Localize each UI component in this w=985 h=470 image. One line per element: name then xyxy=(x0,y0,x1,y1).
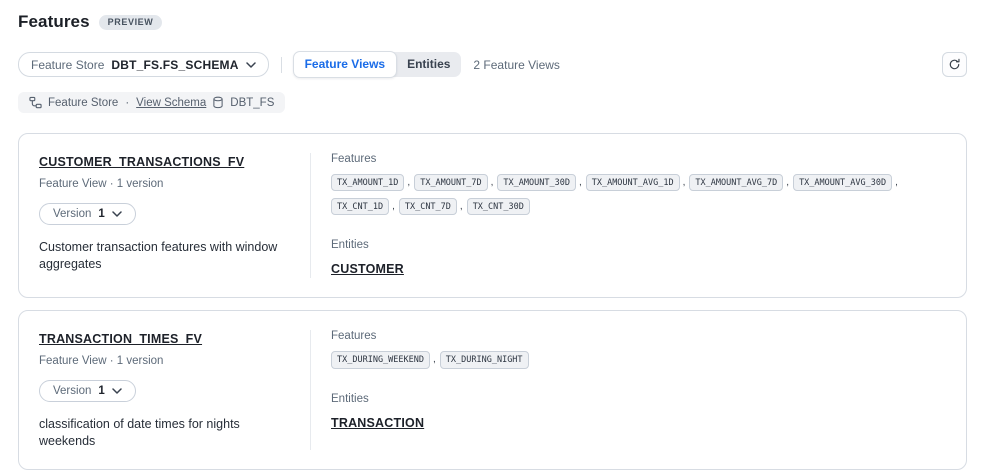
feature-view-card: TRANSACTION_TIMES_FV Feature View · 1 ve… xyxy=(18,310,967,470)
entities-label: Entities xyxy=(331,239,946,251)
version-value: 1 xyxy=(98,208,104,220)
feature-view-list: CUSTOMER_TRANSACTIONS_FV Feature View · … xyxy=(18,133,967,470)
feature-view-card: CUSTOMER_TRANSACTIONS_FV Feature View · … xyxy=(18,133,967,298)
feature-view-meta: Feature View · 1 version xyxy=(39,355,292,367)
chevron-down-icon xyxy=(112,211,122,217)
version-label: Version xyxy=(53,385,91,397)
view-tabs: Feature Views Entities xyxy=(294,52,462,76)
chip-separator: , xyxy=(457,201,467,212)
feature-store-dropdown[interactable]: Feature Store DBT_FS.FS_SCHEMA xyxy=(18,52,269,77)
page-header: Features PREVIEW xyxy=(18,12,967,32)
chip-separator: , xyxy=(680,177,690,188)
chip-separator: , xyxy=(576,177,586,188)
feature-view-link[interactable]: TRANSACTION_TIMES_FV xyxy=(39,332,202,346)
version-value: 1 xyxy=(98,385,104,397)
hierarchy-icon xyxy=(29,96,42,109)
version-dropdown[interactable]: Version 1 xyxy=(39,380,136,402)
entity-link-list: CUSTOMER xyxy=(331,260,946,278)
card-summary: CUSTOMER_TRANSACTIONS_FV Feature View · … xyxy=(39,153,311,278)
feature-chip: TX_AMOUNT_7D xyxy=(414,174,487,191)
toolbar: Feature Store DBT_FS.FS_SCHEMA Feature V… xyxy=(18,52,967,77)
chevron-down-icon xyxy=(112,388,122,394)
feature-view-link[interactable]: CUSTOMER_TRANSACTIONS_FV xyxy=(39,155,244,169)
breadcrumb-database: DBT_FS xyxy=(230,97,274,109)
page-title: Features xyxy=(18,12,90,32)
view-schema-link[interactable]: View Schema xyxy=(136,97,206,109)
feature-chip: TX_AMOUNT_AVG_30D xyxy=(793,174,892,191)
chip-separator: , xyxy=(404,177,414,188)
card-summary: TRANSACTION_TIMES_FV Feature View · 1 ve… xyxy=(39,330,311,450)
chip-separator: , xyxy=(430,354,440,365)
version-label: Version xyxy=(53,208,91,220)
chip-separator: , xyxy=(783,177,793,188)
feature-chip: TX_AMOUNT_AVG_1D xyxy=(586,174,680,191)
database-icon xyxy=(212,96,224,109)
feature-chip-list: TX_AMOUNT_1D,TX_AMOUNT_7D,TX_AMOUNT_30D,… xyxy=(331,174,946,215)
chip-separator: , xyxy=(892,177,902,188)
feature-view-description: Customer transaction features with windo… xyxy=(39,239,289,273)
entities-label: Entities xyxy=(331,393,946,405)
breadcrumb: Feature Store · View Schema DBT_FS xyxy=(18,92,285,113)
chip-separator: , xyxy=(488,177,498,188)
chevron-down-icon xyxy=(246,62,256,68)
features-label: Features xyxy=(331,153,946,165)
entity-link-list: TRANSACTION xyxy=(331,414,946,432)
toolbar-divider xyxy=(281,57,282,73)
version-dropdown[interactable]: Version 1 xyxy=(39,203,136,225)
tab-feature-views[interactable]: Feature Views xyxy=(293,51,397,77)
feature-view-description: classification of date times for nights … xyxy=(39,416,289,450)
feature-chip: TX_DURING_WEEKEND xyxy=(331,351,430,368)
feature-chip: TX_CNT_7D xyxy=(399,198,457,215)
breadcrumb-separator: · xyxy=(124,97,130,109)
feature-chip: TX_AMOUNT_AVG_7D xyxy=(689,174,783,191)
card-details: Features TX_AMOUNT_1D,TX_AMOUNT_7D,TX_AM… xyxy=(311,153,946,278)
feature-chip: TX_AMOUNT_1D xyxy=(331,174,404,191)
features-label: Features xyxy=(331,330,946,342)
feature-views-count: 2 Feature Views xyxy=(473,58,560,72)
preview-badge: PREVIEW xyxy=(99,15,163,30)
feature-chip: TX_DURING_NIGHT xyxy=(440,351,529,368)
breadcrumb-feature-store: Feature Store xyxy=(48,97,118,109)
tab-entities[interactable]: Entities xyxy=(396,52,461,76)
feature-chip-list: TX_DURING_WEEKEND,TX_DURING_NIGHT xyxy=(331,351,946,368)
feature-store-value: DBT_FS.FS_SCHEMA xyxy=(111,58,238,72)
refresh-button[interactable] xyxy=(942,52,967,77)
refresh-icon xyxy=(948,58,961,71)
entity-link[interactable]: CUSTOMER xyxy=(331,262,404,276)
feature-chip: TX_CNT_1D xyxy=(331,198,389,215)
feature-store-label: Feature Store xyxy=(31,58,104,72)
feature-chip: TX_AMOUNT_30D xyxy=(497,174,576,191)
feature-view-meta: Feature View · 1 version xyxy=(39,178,292,190)
chip-separator: , xyxy=(389,201,399,212)
card-details: Features TX_DURING_WEEKEND,TX_DURING_NIG… xyxy=(311,330,946,450)
feature-chip: TX_CNT_30D xyxy=(467,198,530,215)
entity-link[interactable]: TRANSACTION xyxy=(331,416,424,430)
